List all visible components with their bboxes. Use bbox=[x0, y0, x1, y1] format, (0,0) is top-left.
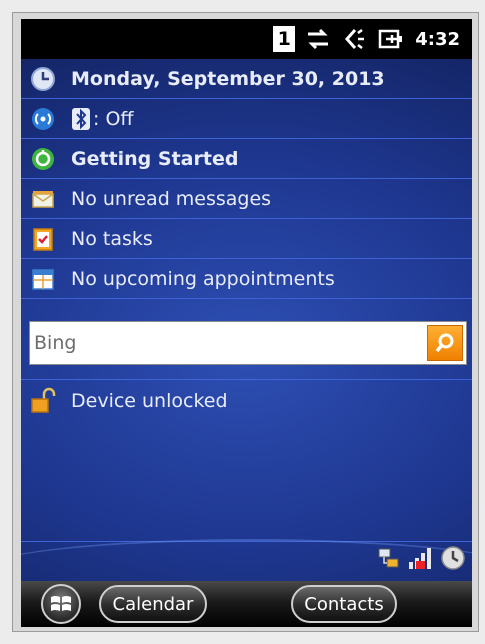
date-row[interactable]: Monday, September 30, 2013 bbox=[21, 59, 472, 99]
today-screen: 1 4:32 Monday, September 30, 2013: Off … bbox=[21, 19, 472, 627]
clock[interactable]: 4:32 bbox=[415, 29, 460, 50]
search-input[interactable] bbox=[30, 321, 427, 365]
lock-status-text: Device unlocked bbox=[71, 390, 228, 412]
calendar-softkey[interactable]: Calendar bbox=[99, 585, 207, 623]
battery-charging-icon[interactable] bbox=[377, 26, 405, 52]
start-button[interactable] bbox=[41, 584, 81, 624]
clock-icon bbox=[29, 65, 57, 93]
network-icon[interactable] bbox=[378, 547, 400, 573]
tasks-icon bbox=[29, 225, 57, 253]
search-icon bbox=[435, 333, 454, 353]
search-button[interactable] bbox=[427, 325, 463, 361]
appointments-text: No upcoming appointments bbox=[71, 267, 335, 290]
contacts-softkey[interactable]: Contacts bbox=[291, 585, 397, 623]
tasks-row[interactable]: No tasks bbox=[21, 219, 472, 259]
bing-search-box bbox=[29, 321, 467, 365]
messages-icon bbox=[29, 185, 57, 213]
device-frame: 1 4:32 Monday, September 30, 2013: Off … bbox=[12, 12, 479, 632]
windows-logo-icon bbox=[51, 596, 71, 611]
status-bar: 1 4:32 bbox=[21, 19, 472, 59]
sim-indicator[interactable]: 1 bbox=[273, 26, 296, 52]
tasks-text: No tasks bbox=[71, 227, 153, 250]
bluetooth-status: : Off bbox=[93, 107, 134, 130]
wireless-icon bbox=[29, 105, 57, 133]
signal-strength-icon[interactable] bbox=[408, 546, 432, 574]
lock-row[interactable]: Device unlocked bbox=[21, 381, 472, 421]
getting-started-row[interactable]: Getting Started bbox=[21, 139, 472, 179]
appointments-row[interactable]: No upcoming appointments bbox=[21, 259, 472, 299]
bluetooth-row[interactable]: : Off bbox=[21, 99, 472, 139]
unlock-icon bbox=[29, 387, 57, 415]
messages-text: No unread messages bbox=[71, 187, 272, 210]
volume-icon[interactable] bbox=[341, 26, 367, 52]
connectivity-icon[interactable] bbox=[305, 26, 331, 52]
date-text: Monday, September 30, 2013 bbox=[71, 67, 385, 90]
notification-tray bbox=[378, 545, 466, 575]
divider bbox=[21, 379, 472, 380]
messages-row[interactable]: No unread messages bbox=[21, 179, 472, 219]
bluetooth-icon bbox=[71, 105, 91, 133]
power-icon[interactable] bbox=[440, 545, 466, 575]
getting-started-icon bbox=[29, 145, 57, 173]
calendar-icon bbox=[29, 265, 57, 293]
soft-key-bar: Calendar Contacts bbox=[21, 581, 472, 627]
getting-started-text: Getting Started bbox=[71, 147, 239, 170]
